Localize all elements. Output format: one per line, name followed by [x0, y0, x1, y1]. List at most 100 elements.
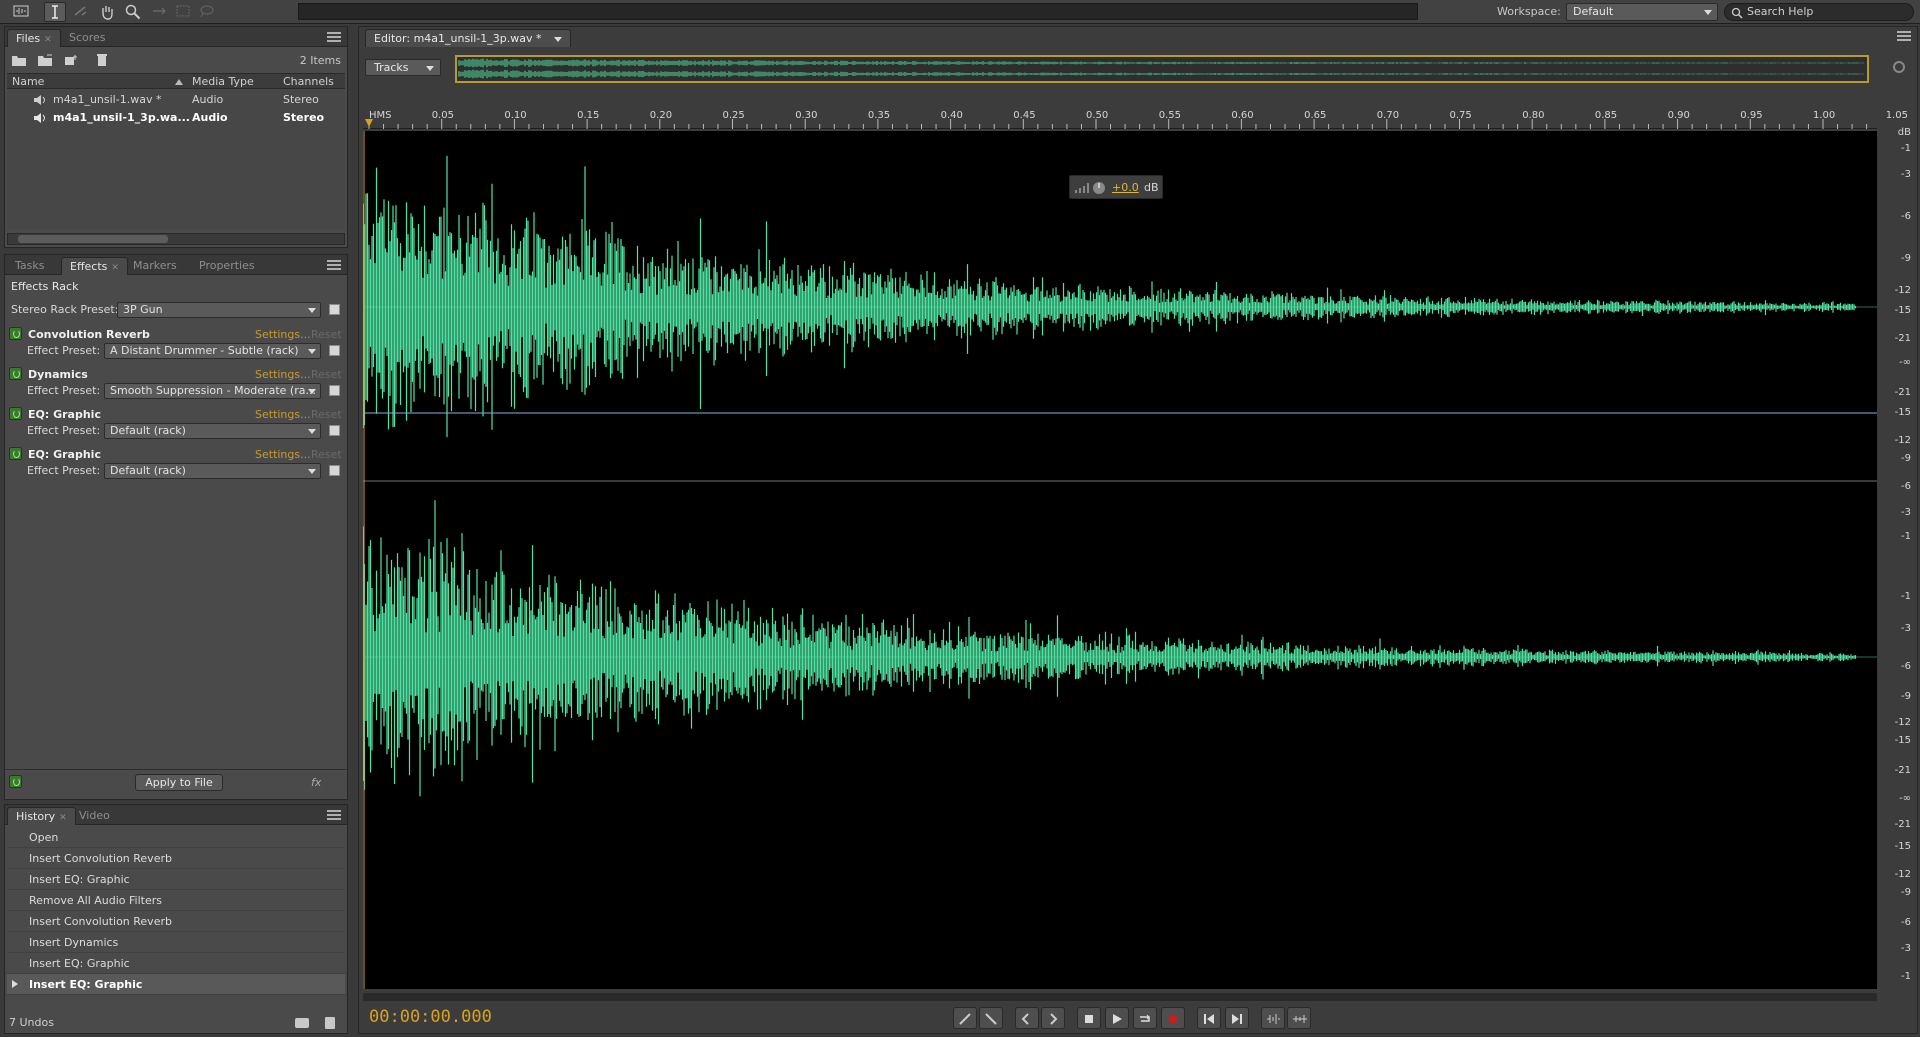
- move-playhead-next-icon[interactable]: [979, 1007, 1003, 1029]
- zoom-tool-icon[interactable]: [122, 2, 144, 22]
- effect-preset-select[interactable]: Smooth Suppression - Moderate (ra...: [104, 383, 321, 399]
- loop-button[interactable]: [1133, 1007, 1157, 1029]
- settings-link[interactable]: Settings...: [255, 368, 311, 381]
- save-preset-icon[interactable]: [329, 425, 340, 436]
- power-toggle-icon[interactable]: [9, 407, 22, 420]
- trash-icon[interactable]: [95, 53, 111, 67]
- tab-files[interactable]: Files ✕: [7, 29, 61, 47]
- history-item-selected[interactable]: Insert EQ: Graphic: [7, 974, 345, 995]
- history-item[interactable]: Insert EQ: Graphic: [7, 953, 345, 974]
- power-toggle-icon[interactable]: [9, 447, 22, 460]
- go-to-end-icon[interactable]: [1225, 1007, 1249, 1029]
- editor-tab[interactable]: Editor: m4a1_unsil-1_3p.wav *: [365, 29, 571, 47]
- trash-icon[interactable]: [325, 1017, 335, 1029]
- reset-link[interactable]: Reset: [311, 408, 342, 421]
- hand-tool-icon[interactable]: [96, 2, 118, 22]
- marquee-tool-icon[interactable]: [172, 2, 194, 22]
- fast-forward-icon[interactable]: [1041, 1007, 1065, 1029]
- open-folder-icon[interactable]: [11, 53, 27, 67]
- settings-link[interactable]: Settings...: [255, 448, 311, 461]
- save-preset-icon[interactable]: [329, 385, 340, 396]
- settings-link[interactable]: Settings...: [255, 408, 311, 421]
- workspace-select[interactable]: Default: [1566, 3, 1718, 21]
- gain-knob-icon[interactable]: [1092, 181, 1106, 195]
- time-selection-tool-icon[interactable]: [44, 2, 66, 22]
- effect-preset-select[interactable]: Default (rack): [104, 463, 321, 479]
- effect-preset-select[interactable]: A Distant Drummer - Subtle (rack): [104, 343, 321, 359]
- camera-icon[interactable]: [295, 1018, 309, 1028]
- power-toggle-icon[interactable]: [9, 327, 22, 340]
- effects-rack-title: Effects Rack: [11, 280, 79, 293]
- panel-menu-icon[interactable]: [327, 32, 341, 42]
- history-item[interactable]: Open: [7, 827, 345, 848]
- ruler-tick-label: 0.75: [1449, 110, 1472, 121]
- history-item[interactable]: Insert Convolution Reverb: [7, 848, 345, 869]
- effect-preset-value: Smooth Suppression - Moderate (ra...: [110, 384, 316, 397]
- save-preset-icon[interactable]: [329, 304, 340, 315]
- tab-markers[interactable]: Markers: [125, 257, 185, 275]
- tab-video[interactable]: Video: [71, 807, 118, 825]
- overview-waveform[interactable]: [455, 55, 1869, 83]
- close-icon[interactable]: ✕: [111, 263, 119, 273]
- save-preset-icon[interactable]: [329, 465, 340, 476]
- column-channels[interactable]: Channels: [283, 75, 334, 88]
- reset-link[interactable]: Reset: [311, 368, 342, 381]
- move-playhead-icon[interactable]: [953, 1007, 977, 1029]
- time-ruler[interactable]: HMS 0.05 0.10 0.15 0.20 0.25 0.30 0.35 0.40 0.45…: [363, 107, 1908, 129]
- tab-tasks[interactable]: Tasks: [7, 257, 52, 275]
- play-button[interactable]: [1105, 1007, 1129, 1029]
- files-horizontal-scrollbar[interactable]: [7, 233, 345, 245]
- effect-preset-label: Effect Preset:: [27, 464, 101, 477]
- lasso-tool-icon[interactable]: [196, 2, 218, 22]
- panel-menu-icon[interactable]: [327, 810, 341, 820]
- zoom-in-amplitude-icon[interactable]: [1261, 1007, 1285, 1029]
- tracks-select[interactable]: Tracks: [365, 59, 441, 76]
- move-tool-icon[interactable]: [148, 2, 170, 22]
- reset-link[interactable]: Reset: [311, 328, 342, 341]
- settings-link[interactable]: Settings...: [255, 328, 311, 341]
- stereo-rack-preset-select[interactable]: 3P Gun: [117, 302, 321, 318]
- effect-preset-select[interactable]: Default (rack): [104, 423, 321, 439]
- zoom-out-amplitude-icon[interactable]: [1287, 1007, 1311, 1029]
- close-icon[interactable]: ✕: [59, 813, 67, 823]
- tab-history[interactable]: History ✕: [7, 807, 76, 825]
- power-toggle-icon[interactable]: [9, 367, 22, 380]
- file-row[interactable]: m4a1_unsil-1_3p.wa... Audio Stereo: [7, 109, 345, 127]
- record-button[interactable]: [1161, 1007, 1185, 1029]
- razor-tool-icon[interactable]: [70, 2, 92, 22]
- history-item[interactable]: Insert Dynamics: [7, 932, 345, 953]
- scrollbar-thumb[interactable]: [18, 235, 168, 243]
- timecode-display[interactable]: 00:00:00.000: [369, 1007, 492, 1027]
- panel-menu-icon[interactable]: [1897, 31, 1911, 41]
- close-icon[interactable]: ✕: [44, 35, 52, 45]
- tab-effects[interactable]: Effects ✕: [61, 257, 128, 275]
- go-to-start-icon[interactable]: [1197, 1007, 1221, 1029]
- history-item[interactable]: Insert Convolution Reverb: [7, 911, 345, 932]
- history-item[interactable]: Insert EQ: Graphic: [7, 869, 345, 890]
- master-power-toggle-icon[interactable]: [9, 775, 22, 788]
- gain-hud[interactable]: +0.0 dB: [1069, 175, 1163, 199]
- db-tick-label: -21: [1894, 765, 1911, 776]
- gain-value[interactable]: +0.0: [1112, 181, 1139, 194]
- zoom-icon[interactable]: [1893, 61, 1905, 73]
- tab-scores[interactable]: Scores: [61, 29, 114, 47]
- search-help-input[interactable]: Search Help: [1724, 3, 1914, 21]
- file-row[interactable]: m4a1_unsil-1.wav * Audio Stereo: [7, 91, 345, 109]
- open-append-icon[interactable]: [37, 53, 53, 67]
- chevron-down-icon[interactable]: [553, 37, 562, 42]
- history-item[interactable]: Remove All Audio Filters: [7, 890, 345, 911]
- column-name[interactable]: Name: [12, 75, 44, 88]
- reset-link[interactable]: Reset: [311, 448, 342, 461]
- fx-menu-icon[interactable]: fx: [311, 776, 321, 789]
- editor-horizontal-scrollbar[interactable]: [363, 993, 1877, 1001]
- apply-to-file-button[interactable]: Apply to File: [135, 774, 223, 791]
- tab-properties[interactable]: Properties: [191, 257, 263, 275]
- stop-button[interactable]: [1077, 1007, 1101, 1029]
- panel-menu-icon[interactable]: [327, 260, 341, 270]
- insert-icon[interactable]: [63, 53, 79, 67]
- waveform-view-icon[interactable]: [10, 2, 32, 22]
- save-preset-icon[interactable]: [329, 345, 340, 356]
- waveform-display[interactable]: [363, 131, 1877, 989]
- column-media-type[interactable]: Media Type: [192, 75, 254, 88]
- rewind-icon[interactable]: [1015, 1007, 1039, 1029]
